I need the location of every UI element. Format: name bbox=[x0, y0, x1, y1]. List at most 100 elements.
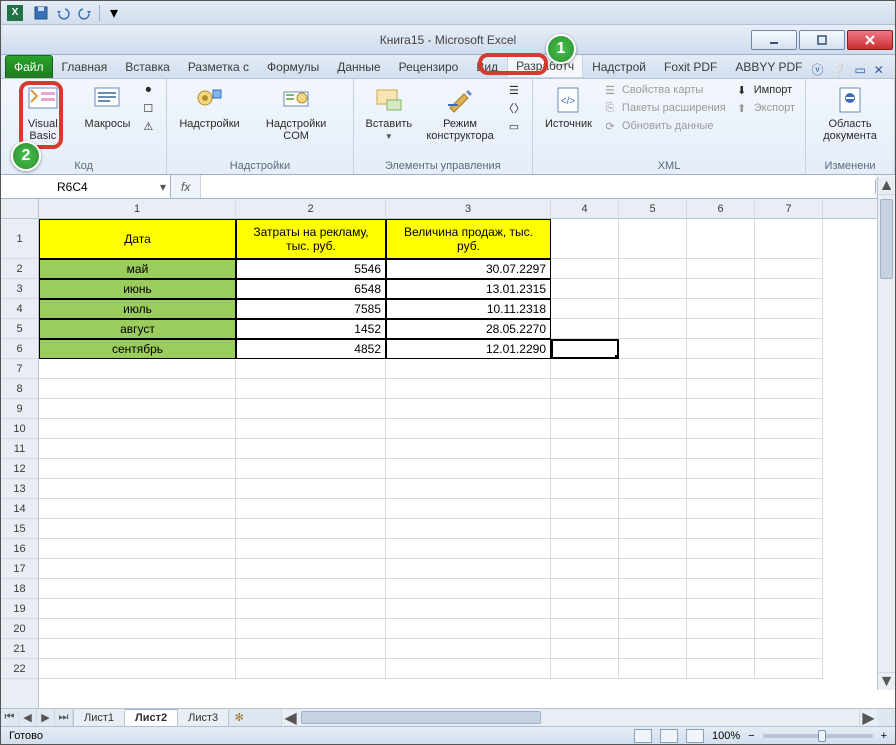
cell[interactable] bbox=[755, 319, 823, 339]
row-header[interactable]: 16 bbox=[1, 539, 38, 559]
cell[interactable] bbox=[551, 659, 619, 679]
view-normal-button[interactable] bbox=[634, 729, 652, 743]
view-page-layout-button[interactable] bbox=[660, 729, 678, 743]
tab-insert[interactable]: Вставка bbox=[116, 55, 179, 78]
cell[interactable] bbox=[551, 539, 619, 559]
cell[interactable] bbox=[386, 419, 551, 439]
cell[interactable]: Величина продаж, тыс. руб. bbox=[386, 219, 551, 259]
sheet-tab[interactable]: Лист3 bbox=[178, 710, 229, 726]
row-header[interactable]: 4 bbox=[1, 299, 38, 319]
cell[interactable] bbox=[551, 419, 619, 439]
tab-file[interactable]: Файл bbox=[5, 55, 53, 78]
cell[interactable]: июль bbox=[39, 299, 236, 319]
cell[interactable] bbox=[755, 459, 823, 479]
tab-layout[interactable]: Разметка с bbox=[179, 55, 258, 78]
row-header[interactable]: 9 bbox=[1, 399, 38, 419]
cell[interactable] bbox=[386, 579, 551, 599]
cell[interactable] bbox=[551, 499, 619, 519]
cell[interactable] bbox=[619, 599, 687, 619]
cell[interactable] bbox=[687, 359, 755, 379]
cell[interactable] bbox=[39, 579, 236, 599]
col-header[interactable]: 1 bbox=[39, 199, 236, 218]
cell[interactable] bbox=[687, 339, 755, 359]
cell[interactable] bbox=[619, 319, 687, 339]
help-expand-icon[interactable]: ⓥ bbox=[811, 61, 823, 78]
cell[interactable] bbox=[551, 299, 619, 319]
cell[interactable] bbox=[755, 399, 823, 419]
cell[interactable] bbox=[619, 279, 687, 299]
cell[interactable] bbox=[619, 539, 687, 559]
view-page-break-button[interactable] bbox=[686, 729, 704, 743]
row-header[interactable]: 5 bbox=[1, 319, 38, 339]
ribbon-min-icon[interactable]: ▭ bbox=[854, 63, 865, 77]
cell[interactable] bbox=[619, 379, 687, 399]
cell[interactable]: 28.05.2270 bbox=[386, 319, 551, 339]
cell[interactable] bbox=[236, 639, 386, 659]
cell[interactable] bbox=[755, 579, 823, 599]
cell[interactable] bbox=[755, 299, 823, 319]
cell[interactable] bbox=[236, 659, 386, 679]
scroll-right-icon[interactable]: ▶ bbox=[859, 709, 877, 726]
cell[interactable] bbox=[386, 499, 551, 519]
map-properties-button[interactable]: ☰Свойства карты bbox=[602, 82, 726, 98]
minimize-button[interactable] bbox=[751, 30, 797, 50]
cell[interactable] bbox=[236, 519, 386, 539]
addins-button[interactable]: Надстройки bbox=[177, 82, 241, 132]
cell[interactable] bbox=[755, 599, 823, 619]
tab-nav-last-icon[interactable]: ⏭ bbox=[55, 709, 73, 727]
cell[interactable] bbox=[39, 559, 236, 579]
tab-nav-first-icon[interactable]: ⏮ bbox=[1, 709, 19, 727]
cell[interactable] bbox=[687, 399, 755, 419]
cell[interactable] bbox=[236, 359, 386, 379]
cell[interactable] bbox=[551, 479, 619, 499]
cell[interactable] bbox=[386, 659, 551, 679]
cell[interactable] bbox=[755, 559, 823, 579]
cell[interactable] bbox=[619, 499, 687, 519]
row-header[interactable]: 3 bbox=[1, 279, 38, 299]
cell[interactable] bbox=[755, 479, 823, 499]
row-header[interactable]: 17 bbox=[1, 559, 38, 579]
insert-control-button[interactable]: Вставить ▼ bbox=[364, 82, 415, 143]
cell[interactable] bbox=[755, 419, 823, 439]
row-header[interactable]: 18 bbox=[1, 579, 38, 599]
cell[interactable] bbox=[551, 279, 619, 299]
cell[interactable] bbox=[386, 559, 551, 579]
cell[interactable]: Затраты на рекламу, тыс. руб. bbox=[236, 219, 386, 259]
cell[interactable] bbox=[551, 259, 619, 279]
scroll-down-icon[interactable]: ▼ bbox=[878, 672, 895, 690]
tab-abbyy[interactable]: ABBYY PDF bbox=[726, 55, 811, 78]
redo-icon[interactable] bbox=[77, 5, 93, 21]
cell[interactable] bbox=[755, 659, 823, 679]
cell[interactable]: 1452 bbox=[236, 319, 386, 339]
cell[interactable] bbox=[687, 299, 755, 319]
ribbon-close-icon[interactable]: ✕ bbox=[874, 63, 884, 77]
fill-handle[interactable] bbox=[615, 355, 619, 359]
row-header[interactable]: 8 bbox=[1, 379, 38, 399]
tab-foxit[interactable]: Foxit PDF bbox=[655, 55, 726, 78]
cell[interactable]: май bbox=[39, 259, 236, 279]
cell[interactable] bbox=[551, 459, 619, 479]
horizontal-scrollbar[interactable]: ◀ ▶ bbox=[281, 708, 877, 726]
cell[interactable]: 13.01.2315 bbox=[386, 279, 551, 299]
xml-source-button[interactable]: </> Источник bbox=[543, 82, 594, 132]
zoom-thumb[interactable] bbox=[818, 730, 826, 742]
tab-data[interactable]: Данные bbox=[328, 55, 389, 78]
cell[interactable] bbox=[39, 499, 236, 519]
cell[interactable] bbox=[755, 519, 823, 539]
com-addins-button[interactable]: Надстройки COM bbox=[250, 82, 343, 144]
col-header[interactable]: 7 bbox=[755, 199, 823, 218]
close-button[interactable] bbox=[847, 30, 893, 50]
row-header[interactable]: 15 bbox=[1, 519, 38, 539]
name-box[interactable]: R6C4 ▾ bbox=[1, 175, 171, 198]
tab-formulas[interactable]: Формулы bbox=[258, 55, 328, 78]
sheet-tab[interactable]: Лист1 bbox=[74, 710, 125, 726]
xml-export-button[interactable]: ⬆Экспорт bbox=[734, 100, 795, 116]
col-header[interactable]: 2 bbox=[236, 199, 386, 218]
col-header[interactable]: 5 bbox=[619, 199, 687, 218]
cell[interactable] bbox=[619, 479, 687, 499]
cell[interactable] bbox=[386, 399, 551, 419]
grid[interactable]: Дата Затраты на рекламу, тыс. руб. Велич… bbox=[39, 219, 895, 679]
cell[interactable] bbox=[619, 579, 687, 599]
cell[interactable] bbox=[386, 379, 551, 399]
cell[interactable] bbox=[236, 479, 386, 499]
